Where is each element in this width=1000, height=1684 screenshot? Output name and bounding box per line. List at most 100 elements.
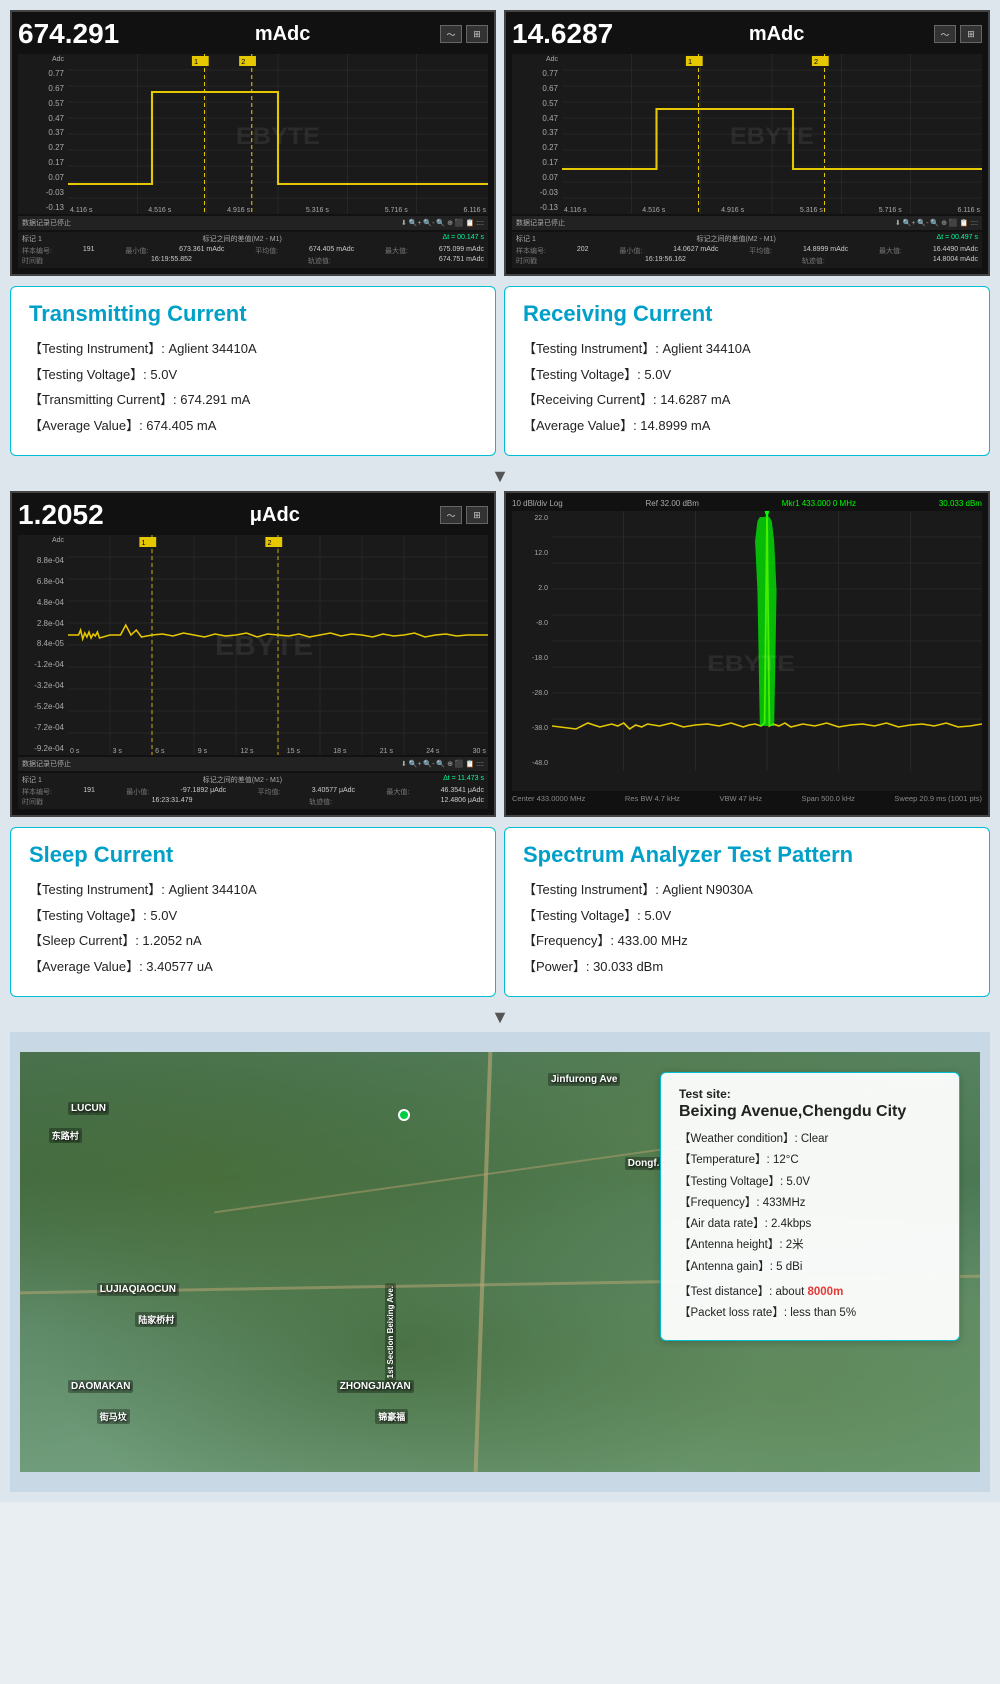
sleep-bottom-bar: 数据记录已停止 ⬇ 🔍+ 🔍- 🔍 ⊕ ⬛ 📋 :::: xyxy=(18,757,488,771)
svg-text:2: 2 xyxy=(268,539,272,547)
scope-header-right: 14.6287 mAdc 〜 ⊞ xyxy=(512,18,982,50)
scope-icon-grid[interactable]: ⊞ xyxy=(466,25,488,43)
scope-icon-wave2[interactable]: 〜 xyxy=(934,25,956,43)
sleep-unit: μAdc xyxy=(250,504,300,527)
transmitting-title: Transmitting Current xyxy=(29,301,477,327)
map-line-packet: 【Packet loss rate】: less than 5% xyxy=(679,1305,941,1322)
spectrum-footer: Center 433.0000 MHz Res BW 4.7 kHz VBW 4… xyxy=(512,794,982,803)
map-line-voltage: 【Testing Voltage】: 5.0V xyxy=(679,1174,941,1191)
map-label-lucun2: 东路村 xyxy=(49,1128,82,1143)
scope-icon-grid3[interactable]: ⊞ xyxy=(466,506,488,524)
separator-2: ▼ xyxy=(10,1007,990,1028)
tx-line-2: 【Testing Voltage】: 5.0V xyxy=(29,365,477,385)
map-info-title: Beixing Avenue,Chengdu City xyxy=(679,1103,941,1121)
spectrum-footer-span: Span 500.0 kHz xyxy=(802,794,855,803)
spectrum-y-labels: 22.0 12.0 2.0 -8.0 -18.0 -28.0 -38.0 -48… xyxy=(512,511,550,771)
map-label-daomakan2: 街马坟 xyxy=(97,1409,130,1424)
spectrum-footer-vbw: VBW 47 kHz xyxy=(719,794,762,803)
sleep-line-4: 【Average Value】: 3.40577 uA xyxy=(29,957,477,977)
map-label-jinfurong: Jinfurong Ave xyxy=(548,1073,620,1086)
scope-icons-right: 〜 ⊞ xyxy=(934,25,982,43)
sleep-info: Sleep Current 【Testing Instrument】: Agli… xyxy=(10,827,496,997)
svg-text:1: 1 xyxy=(688,58,692,66)
map-label-lujia: LUJIAQIAOCUN xyxy=(97,1283,179,1296)
tx-waveform: EBYTE 1 2 4.11 xyxy=(68,54,488,214)
svg-text:2: 2 xyxy=(241,58,245,66)
map-label-zhong: ZHONGJIAYAN xyxy=(337,1380,414,1393)
map-label-lujia2: 陆家桥村 xyxy=(135,1312,177,1327)
tx-line-1: 【Testing Instrument】: Aglient 34410A xyxy=(29,339,477,359)
sleep-waveform: EBYTE 1 2 0 s 3 s xyxy=(68,535,488,755)
rx-line-2: 【Testing Voltage】: 5.0V xyxy=(523,365,971,385)
tx-line-3: 【Transmitting Current】: 674.291 mA xyxy=(29,390,477,410)
rx-line-3: 【Receiving Current】: 14.6287 mA xyxy=(523,390,971,410)
sleep-line-1: 【Testing Instrument】: Aglient 34410A xyxy=(29,880,477,900)
sleep-scope-grid: Adc 8.8e-04 6.8e-04 4.8e-04 2.8e-04 8.4e… xyxy=(18,535,488,755)
svg-text:EBYTE: EBYTE xyxy=(707,652,795,677)
tx-line-4: 【Average Value】: 674.405 mA xyxy=(29,416,477,436)
map-label-lucun: LUCUN xyxy=(68,1102,109,1115)
svg-text:EBYTE: EBYTE xyxy=(730,124,814,150)
sleep-scope-stats: 标记 1 标记之间的差值(M2 - M1) Δt = 11.473 s 样本编号… xyxy=(18,773,488,809)
tx-y-labels: Adc 0.77 0.67 0.57 0.47 0.37 0.27 0.17 0… xyxy=(18,54,66,214)
map-label-beixin: 1st Section Beixing Ave. xyxy=(385,1283,396,1381)
rx-bottom-bar: 数据记录已停止 ⬇ 🔍+ 🔍- 🔍 ⊕ ⬛ 📋 :::: xyxy=(512,216,982,230)
map-line-antenna-gain: 【Antenna gain】: 5 dBi xyxy=(679,1259,941,1276)
rx-scope-stats: 标记 1 标记之间的差值(M2 - M1) Δt = 00.497 s 样本编号… xyxy=(512,232,982,268)
svg-text:1: 1 xyxy=(194,58,198,66)
spectrum-ref: Ref 32.00 dBm xyxy=(646,499,699,508)
separator-1: ▼ xyxy=(10,466,990,487)
scope-icons-sleep: 〜 ⊞ xyxy=(440,506,488,524)
spec-line-2: 【Testing Voltage】: 5.0V xyxy=(523,906,971,926)
map-section: LUCUN 东路村 LUJIAQIAOCUN 陆家桥村 DAOMAKAN 街马坟… xyxy=(10,1032,990,1492)
spectrum-scale: 10 dBl/div Log xyxy=(512,499,563,508)
map-label-daomakan: DAOMAKAN xyxy=(68,1380,133,1393)
spectrum-plot: EBYTE xyxy=(552,511,982,771)
map-line-freq: 【Frequency】: 433MHz xyxy=(679,1195,941,1212)
sleep-scope: 1.2052 μAdc 〜 ⊞ Adc 8.8e-04 6.8e-04 4.8e… xyxy=(10,491,496,817)
map-container: LUCUN 东路村 LUJIAQIAOCUN 陆家桥村 DAOMAKAN 街马坟… xyxy=(20,1052,980,1472)
page-wrapper: 674.291 mAdc 〜 ⊞ Adc 0.77 0.67 0.57 0.47… xyxy=(0,0,1000,1502)
tx-scope-grid: Adc 0.77 0.67 0.57 0.47 0.37 0.27 0.17 0… xyxy=(18,54,488,214)
rx-unit: mAdc xyxy=(749,23,805,46)
distance-value: 8000m xyxy=(807,1286,843,1298)
map-line-antenna-height: 【Antenna height】: 2米 xyxy=(679,1237,941,1254)
map-label-zhong2: 锦豪福 xyxy=(375,1409,408,1424)
map-info-subtitle: Test site: xyxy=(679,1087,941,1101)
rx-waveform: EBYTE 1 2 4.116 s 4.516 s xyxy=(562,54,982,214)
spectrum-footer-resbw: Res BW 4.7 kHz xyxy=(625,794,680,803)
spectrum-grid: 22.0 12.0 2.0 -8.0 -18.0 -28.0 -38.0 -48… xyxy=(512,511,982,791)
scope-header-left: 674.291 mAdc 〜 ⊞ xyxy=(18,18,488,50)
sleep-y-labels: Adc 8.8e-04 6.8e-04 4.8e-04 2.8e-04 8.4e… xyxy=(18,535,66,755)
map-line-weather: 【Weather condition】: Clear xyxy=(679,1131,941,1148)
rx-value: 14.6287 xyxy=(512,18,613,50)
receiving-title: Receiving Current xyxy=(523,301,971,327)
scope-icon-wave[interactable]: 〜 xyxy=(440,25,462,43)
sleep-line-2: 【Testing Voltage】: 5.0V xyxy=(29,906,477,926)
sleep-scope-header: 1.2052 μAdc 〜 ⊞ xyxy=(18,499,488,531)
spectrum-marker-label: Mkr1 433.000 0 MHz xyxy=(782,499,856,508)
svg-text:2: 2 xyxy=(814,58,818,66)
tx-value: 674.291 xyxy=(18,18,119,50)
top-scope-row: 674.291 mAdc 〜 ⊞ Adc 0.77 0.67 0.57 0.47… xyxy=(10,10,990,276)
rx-y-labels: Adc 0.77 0.67 0.57 0.47 0.37 0.27 0.17 0… xyxy=(512,54,560,214)
receiving-info: Receiving Current 【Testing Instrument】: … xyxy=(504,286,990,456)
map-location-pin xyxy=(398,1109,410,1121)
spec-line-4: 【Power】: 30.033 dBm xyxy=(523,957,971,977)
svg-text:1: 1 xyxy=(142,539,146,547)
spectrum-footer-sweep: Sweep 20.9 ms (1001 pts) xyxy=(894,794,982,803)
spectrum-info-title: Spectrum Analyzer Test Pattern xyxy=(523,842,971,868)
scope-icon-grid2[interactable]: ⊞ xyxy=(960,25,982,43)
spectrum-info: Spectrum Analyzer Test Pattern 【Testing … xyxy=(504,827,990,997)
scope-icon-wave3[interactable]: 〜 xyxy=(440,506,462,524)
tx-unit: mAdc xyxy=(255,23,311,46)
spectrum-analyzer: 10 dBl/div Log Ref 32.00 dBm Mkr1 433.00… xyxy=(504,491,990,817)
spec-line-1: 【Testing Instrument】: Aglient N9030A xyxy=(523,880,971,900)
tx-bottom-bar: 数据记录已停止 ⬇ 🔍+ 🔍- 🔍 ⊕ ⬛ 📋 :::: xyxy=(18,216,488,230)
rx-line-4: 【Average Value】: 14.8999 mA xyxy=(523,416,971,436)
rx-line-1: 【Testing Instrument】: Aglient 34410A xyxy=(523,339,971,359)
sleep-value: 1.2052 xyxy=(18,499,104,531)
spec-line-3: 【Frequency】: 433.00 MHz xyxy=(523,931,971,951)
middle-scope-row: 1.2052 μAdc 〜 ⊞ Adc 8.8e-04 6.8e-04 4.8e… xyxy=(10,491,990,817)
scope-icons-left: 〜 ⊞ xyxy=(440,25,488,43)
